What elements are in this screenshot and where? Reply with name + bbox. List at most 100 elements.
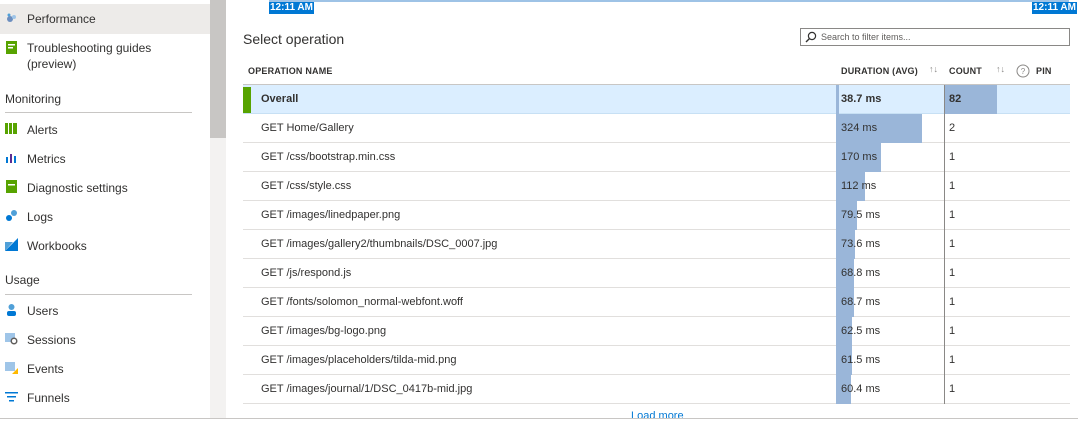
- column-separator: [944, 288, 945, 317]
- column-header-pin[interactable]: PIN: [1036, 66, 1052, 76]
- column-separator: [944, 172, 945, 201]
- column-header-duration[interactable]: DURATION (AVG): [841, 66, 918, 76]
- help-icon[interactable]: ?: [1016, 64, 1030, 78]
- operation-count: 2: [949, 122, 956, 134]
- sidebar-scrollbar[interactable]: [210, 0, 226, 418]
- table-row[interactable]: GET /images/gallery2/thumbnails/DSC_0007…: [243, 230, 1070, 259]
- operation-duration: 112 ms: [841, 180, 877, 192]
- sort-icon[interactable]: ↑↓: [996, 64, 1005, 74]
- table-row[interactable]: GET /images/journal/1/DSC_0417b-mid.jpg 6…: [243, 375, 1070, 404]
- column-separator: [944, 85, 945, 114]
- column-separator: [944, 230, 945, 259]
- operation-name: GET /fonts/solomon_normal-webfont.woff: [261, 296, 463, 308]
- metrics-icon: [6, 154, 16, 163]
- diagnostic-icon: [6, 180, 17, 193]
- section-divider: [5, 112, 192, 113]
- sidebar-item-label: Logs: [27, 210, 54, 224]
- sidebar-item-label: Alerts: [27, 123, 58, 137]
- operation-count: 1: [949, 354, 956, 366]
- table-row[interactable]: GET /images/placeholders/tilda-mid.png 61…: [243, 346, 1070, 375]
- table-row[interactable]: GET /images/bg-logo.png 62.5 ms 1: [243, 317, 1070, 346]
- sidebar-item-logs[interactable]: Logs: [0, 203, 210, 229]
- operations-panel: 12:11 AM 12:11 AM Select operation OPERA…: [226, 0, 1078, 422]
- column-separator: [944, 317, 945, 346]
- operation-count: 1: [949, 325, 956, 337]
- sidebar-item-workbooks[interactable]: Workbooks: [0, 232, 210, 258]
- operation-count: 1: [949, 238, 956, 250]
- guide-icon: [6, 41, 17, 54]
- table-row[interactable]: GET /images/linedpaper.png 79.5 ms 1: [243, 201, 1070, 230]
- sidebar-item-funnels[interactable]: Funnels: [0, 384, 210, 410]
- operation-name: GET /images/gallery2/thumbnails/DSC_0007…: [261, 238, 498, 250]
- time-range-start: 12:11 AM: [269, 2, 314, 14]
- operation-count: 1: [949, 180, 956, 192]
- table-row[interactable]: GET /css/bootstrap.min.css 170 ms 1: [243, 143, 1070, 172]
- workbooks-icon: [5, 238, 18, 251]
- operation-count: 1: [949, 267, 956, 279]
- column-header-operation-name[interactable]: OPERATION NAME: [248, 66, 333, 76]
- sidebar-item-diagnostic-settings[interactable]: Diagnostic settings: [0, 174, 210, 200]
- sidebar-item-label: Metrics: [27, 152, 66, 166]
- table-row[interactable]: GET /css/style.css 112 ms 1: [243, 172, 1070, 201]
- operation-name: GET /images/linedpaper.png: [261, 209, 401, 221]
- page-title: Select operation: [243, 31, 345, 47]
- operation-name: GET /css/bootstrap.min.css: [261, 151, 396, 163]
- duration-bar: [836, 85, 839, 114]
- section-divider: [5, 294, 192, 295]
- performance-icon: [7, 13, 16, 22]
- column-separator: [944, 346, 945, 375]
- operation-duration: 324 ms: [841, 122, 878, 134]
- operation-name: GET /images/journal/1/DSC_0417b-mid.jpg: [261, 383, 473, 395]
- sidebar-item-events[interactable]: Events: [0, 355, 210, 381]
- operation-duration: 68.8 ms: [841, 267, 881, 279]
- operation-name: GET /images/placeholders/tilda-mid.png: [261, 354, 457, 366]
- operation-duration: 68.7 ms: [841, 296, 881, 308]
- sidebar-item-label: Funnels: [27, 391, 70, 405]
- operation-count: 1: [949, 383, 956, 395]
- sidebar-item-users[interactable]: Users: [0, 297, 210, 323]
- section-title-usage: Usage: [5, 273, 40, 287]
- sidebar-item-alerts[interactable]: Alerts: [0, 116, 210, 142]
- operation-duration: 38.7 ms: [841, 93, 882, 105]
- column-header-count[interactable]: COUNT: [949, 66, 982, 76]
- search-icon: [805, 31, 817, 43]
- sidebar-item-sessions[interactable]: Sessions: [0, 326, 210, 352]
- sidebar-item-label: Performance: [27, 12, 96, 26]
- table-row[interactable]: GET /js/respond.js 68.8 ms 1: [243, 259, 1070, 288]
- operation-duration: 73.6 ms: [841, 238, 881, 250]
- users-icon: [7, 304, 16, 316]
- operation-count: 1: [949, 296, 956, 308]
- column-separator: [944, 259, 945, 288]
- column-separator: [944, 143, 945, 172]
- column-separator: [944, 201, 945, 230]
- search-box[interactable]: [800, 28, 1070, 46]
- operation-count: 1: [949, 209, 956, 221]
- section-title-monitoring: Monitoring: [5, 92, 62, 106]
- scrollbar-thumb[interactable]: [210, 0, 226, 138]
- sort-icon[interactable]: ↑↓: [929, 64, 938, 74]
- sidebar-item-performance[interactable]: Performance: [0, 4, 210, 34]
- time-range-end: 12:11 AM: [1032, 2, 1077, 14]
- sidebar-item-label: Diagnostic settings: [27, 181, 128, 195]
- operation-name: GET /css/style.css: [261, 180, 352, 192]
- events-icon: [5, 362, 18, 374]
- sidebar-item-metrics[interactable]: Metrics: [0, 145, 210, 171]
- operation-name: Overall: [261, 93, 299, 105]
- sessions-icon: [5, 333, 18, 345]
- load-more-link[interactable]: Load more: [631, 410, 684, 422]
- time-range-axis: [269, 0, 1069, 2]
- column-separator: [944, 375, 945, 404]
- search-input[interactable]: [821, 32, 1061, 42]
- selected-row-marker: [243, 87, 251, 113]
- bottom-divider: [0, 418, 1078, 419]
- table-row[interactable]: GET /fonts/solomon_normal-webfont.woff 68…: [243, 288, 1070, 317]
- operation-name: GET /js/respond.js: [261, 267, 352, 279]
- sidebar-item-troubleshooting-guides[interactable]: Troubleshooting guides (preview): [0, 36, 210, 76]
- operation-name: GET Home/Gallery: [261, 122, 354, 134]
- alerts-icon: [5, 123, 17, 134]
- sidebar-item-label: Troubleshooting guides (preview): [27, 41, 152, 71]
- table-row[interactable]: GET Home/Gallery 324 ms 2: [243, 114, 1070, 143]
- table-row[interactable]: Overall 38.7 ms 82: [243, 85, 1070, 114]
- operation-duration: 60.4 ms: [841, 383, 881, 395]
- sidebar-item-label: Sessions: [27, 333, 76, 347]
